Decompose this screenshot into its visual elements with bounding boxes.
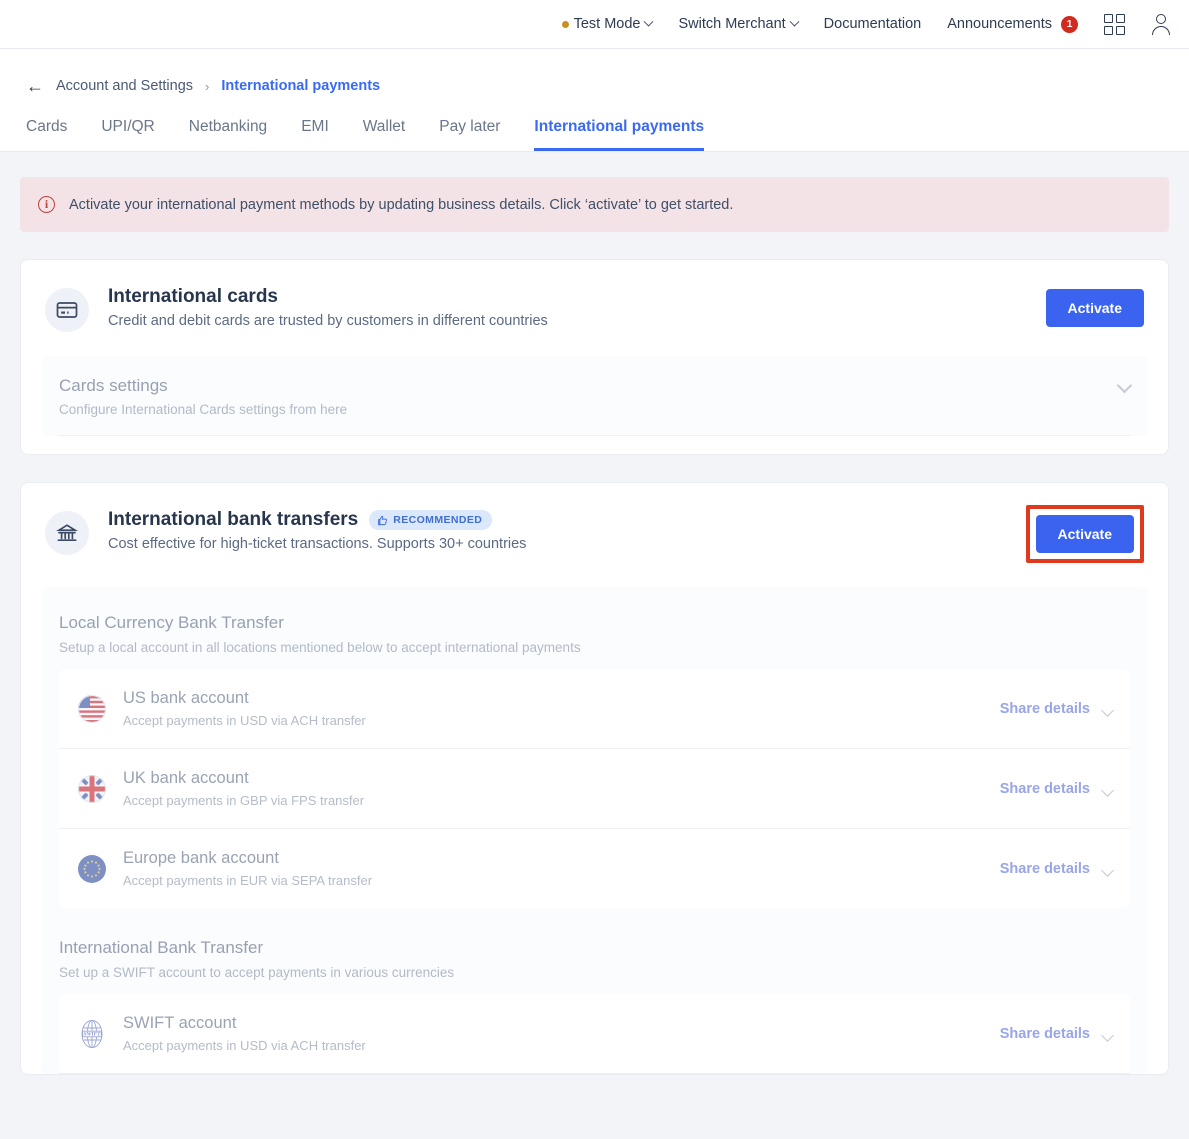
payment-method-tabs: Cards UPI/QR Netbanking EMI Wallet Pay l… bbox=[0, 95, 1189, 152]
bank-icon bbox=[45, 511, 89, 555]
list-item[interactable]: Europe bank account Accept payments in E… bbox=[59, 829, 1130, 908]
international-bank-transfers-title: International bank transfers bbox=[108, 509, 359, 530]
local-currency-section-header: Local Currency Bank Transfer Setup a loc… bbox=[59, 603, 1130, 669]
international-cards-header: International cards Credit and debit car… bbox=[21, 260, 1168, 338]
international-cards-title: International cards bbox=[108, 286, 278, 307]
test-mode-label: Test Mode bbox=[573, 16, 641, 32]
account-button[interactable] bbox=[1151, 14, 1171, 35]
tab-international-payments[interactable]: International payments bbox=[534, 118, 705, 151]
breadcrumb-separator-icon: › bbox=[205, 78, 210, 94]
international-cards-text: International cards Credit and debit car… bbox=[108, 286, 1028, 329]
share-details-action[interactable]: Share details bbox=[1000, 781, 1114, 797]
share-details-link[interactable]: Share details bbox=[1000, 781, 1090, 797]
chevron-down-icon[interactable] bbox=[1116, 377, 1133, 394]
tab-upi-qr[interactable]: UPI/QR bbox=[101, 118, 154, 151]
activation-alert-banner: i Activate your international payment me… bbox=[20, 177, 1169, 232]
tab-netbanking[interactable]: Netbanking bbox=[189, 118, 267, 151]
top-nav: Test Mode Switch Merchant Documentation … bbox=[561, 13, 1171, 35]
international-bank-transfers-text: International bank transfers RECOMMENDED… bbox=[108, 509, 1008, 552]
breadcrumb-bar: ← Account and Settings › International p… bbox=[0, 49, 1189, 95]
account-name: UK bank account bbox=[123, 769, 249, 787]
list-item[interactable]: US bank account Accept payments in USD v… bbox=[59, 669, 1130, 749]
svg-text:SWIFT: SWIFT bbox=[84, 1031, 101, 1037]
chevron-down-icon bbox=[644, 16, 654, 27]
international-bank-transfers-subtitle: Cost effective for high-ticket transacti… bbox=[108, 536, 527, 552]
share-details-action[interactable]: Share details bbox=[1000, 701, 1114, 717]
chevron-down-icon[interactable] bbox=[1101, 1029, 1114, 1042]
tab-emi[interactable]: EMI bbox=[301, 118, 329, 151]
swift-globe-icon: SWIFT bbox=[77, 1019, 107, 1049]
activation-alert-text: Activate your international payment meth… bbox=[69, 196, 734, 213]
uk-flag-icon bbox=[77, 774, 107, 804]
breadcrumb-parent[interactable]: Account and Settings bbox=[56, 78, 193, 94]
activate-international-bank-transfers-button[interactable]: Activate bbox=[1035, 515, 1134, 553]
international-bank-transfer-section-header: International Bank Transfer Set up a SWI… bbox=[59, 908, 1130, 994]
chevron-down-icon bbox=[789, 16, 800, 27]
account-name: Europe bank account bbox=[123, 849, 279, 867]
recommended-badge-label: RECOMMENDED bbox=[393, 514, 483, 526]
chevron-down-icon[interactable] bbox=[1101, 784, 1114, 797]
cards-settings-section: Cards settings Configure International C… bbox=[41, 356, 1148, 436]
breadcrumb-current[interactable]: International payments bbox=[221, 78, 380, 94]
account-description: Accept payments in GBP via FPS transfer bbox=[123, 793, 365, 808]
share-details-link[interactable]: Share details bbox=[1000, 861, 1090, 877]
cards-settings-title: Cards settings bbox=[59, 376, 168, 395]
local-currency-title: Local Currency Bank Transfer bbox=[59, 613, 284, 632]
international-cards-subtitle: Credit and debit cards are trusted by cu… bbox=[108, 313, 548, 329]
app-root: Test Mode Switch Merchant Documentation … bbox=[0, 0, 1189, 1139]
tab-wallet[interactable]: Wallet bbox=[363, 118, 406, 151]
bank-transfer-sections: Local Currency Bank Transfer Setup a loc… bbox=[41, 587, 1148, 1074]
cards-settings-row[interactable]: Cards settings Configure International C… bbox=[59, 372, 1133, 435]
main-content: i Activate your international payment me… bbox=[0, 177, 1189, 1075]
grid-apps-icon bbox=[1104, 13, 1125, 35]
top-bar: Test Mode Switch Merchant Documentation … bbox=[0, 0, 1189, 49]
international-account-list: SWIFT SWIFT account Accept payments in U… bbox=[59, 994, 1130, 1074]
account-name: SWIFT account bbox=[123, 1014, 237, 1032]
local-currency-account-list: US bank account Accept payments in USD v… bbox=[59, 669, 1130, 908]
tab-cards[interactable]: Cards bbox=[26, 118, 67, 151]
account-name: US bank account bbox=[123, 689, 249, 707]
international-bank-transfers-card: International bank transfers RECOMMENDED… bbox=[20, 482, 1169, 1075]
share-details-link[interactable]: Share details bbox=[1000, 1026, 1090, 1042]
breadcrumb: ← Account and Settings › International p… bbox=[26, 77, 1189, 95]
international-bank-transfers-action-highlight: Activate bbox=[1025, 505, 1144, 563]
test-mode-switcher[interactable]: Test Mode bbox=[561, 16, 654, 32]
switch-merchant-menu[interactable]: Switch Merchant bbox=[678, 16, 800, 32]
international-bank-transfers-header: International bank transfers RECOMMENDED… bbox=[21, 483, 1168, 569]
announcements-link[interactable]: Announcements 1 bbox=[947, 15, 1078, 33]
share-details-action[interactable]: Share details bbox=[1000, 1026, 1114, 1042]
share-details-link[interactable]: Share details bbox=[1000, 701, 1090, 717]
chevron-down-icon[interactable] bbox=[1101, 704, 1114, 717]
international-cards-action: Activate bbox=[1045, 289, 1144, 327]
international-bank-transfer-title: International Bank Transfer bbox=[59, 938, 264, 957]
documentation-label: Documentation bbox=[823, 16, 922, 32]
account-description: Accept payments in USD via ACH transfer bbox=[123, 1038, 366, 1053]
international-cards-card: International cards Credit and debit car… bbox=[20, 259, 1169, 455]
tab-pay-later[interactable]: Pay later bbox=[439, 118, 500, 151]
switch-merchant-label: Switch Merchant bbox=[678, 16, 786, 32]
eu-flag-icon bbox=[77, 854, 107, 884]
announcements-count-badge: 1 bbox=[1061, 15, 1078, 33]
list-item[interactable]: UK bank account Accept payments in GBP v… bbox=[59, 749, 1130, 829]
share-details-action[interactable]: Share details bbox=[1000, 861, 1114, 877]
apps-button[interactable] bbox=[1104, 13, 1125, 35]
account-description: Accept payments in USD via ACH transfer bbox=[123, 713, 366, 728]
announcements-label: Announcements bbox=[947, 16, 1052, 32]
local-currency-description: Setup a local account in all locations m… bbox=[59, 640, 581, 655]
chevron-down-icon[interactable] bbox=[1101, 864, 1114, 877]
recommended-badge: RECOMMENDED bbox=[369, 510, 493, 530]
info-circle-icon: i bbox=[38, 196, 55, 213]
credit-card-icon bbox=[45, 288, 89, 332]
list-item[interactable]: SWIFT SWIFT account Accept payments in U… bbox=[59, 994, 1130, 1074]
person-icon bbox=[1151, 14, 1171, 35]
thumbs-up-icon bbox=[378, 515, 388, 525]
account-description: Accept payments in EUR via SEPA transfer bbox=[123, 873, 373, 888]
us-flag-icon bbox=[77, 694, 107, 724]
activate-international-cards-button[interactable]: Activate bbox=[1045, 289, 1144, 327]
test-mode-dot-icon bbox=[561, 20, 569, 28]
international-bank-transfer-description: Set up a SWIFT account to accept payment… bbox=[59, 965, 455, 980]
back-arrow-icon[interactable]: ← bbox=[26, 77, 44, 95]
documentation-link[interactable]: Documentation bbox=[824, 16, 922, 32]
cards-settings-description: Configure International Cards settings f… bbox=[59, 402, 348, 417]
